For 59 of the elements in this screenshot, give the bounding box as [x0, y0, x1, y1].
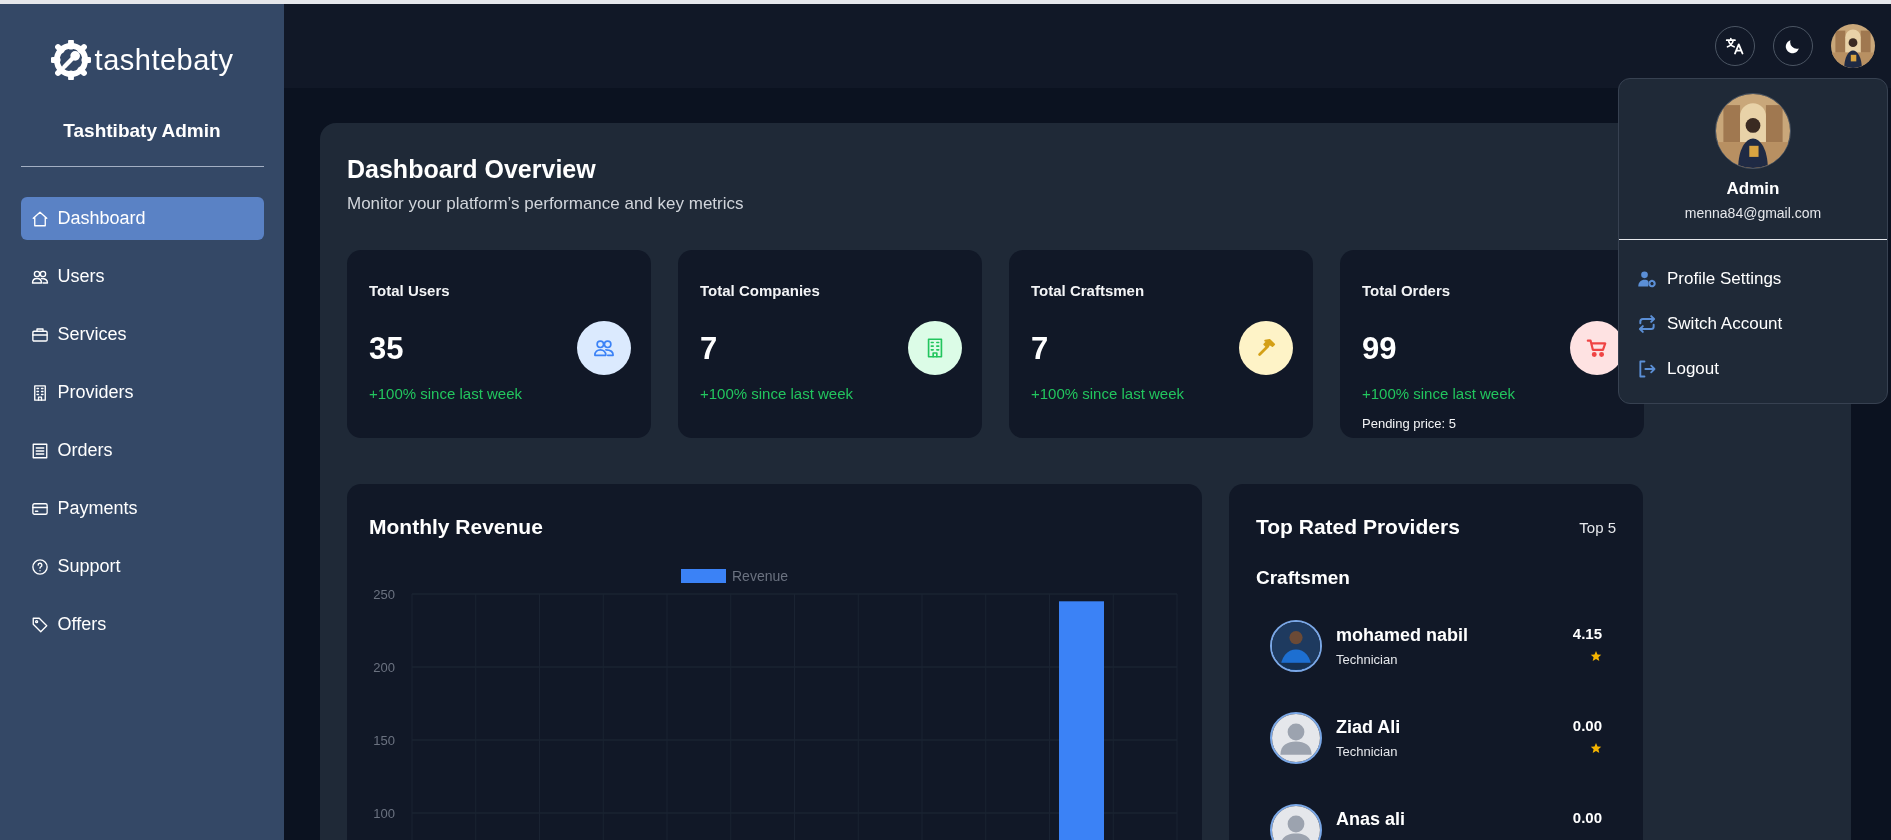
avatar-icon	[1272, 806, 1320, 840]
stat-change: +100% since last week	[1031, 385, 1185, 402]
stat-change: +100% since last week	[700, 385, 854, 402]
stat-label: Total Companies	[700, 282, 821, 299]
sidebar-item[interactable]: Orders	[20, 429, 264, 472]
sidebar-item[interactable]: Offers	[20, 603, 264, 646]
tag-icon	[30, 615, 49, 634]
top-count-label: Top 5	[1579, 518, 1616, 536]
user-name: Admin	[1726, 179, 1780, 199]
stat-value: 35	[369, 331, 405, 368]
rating-value: 4.15	[1572, 625, 1602, 642]
stat-label: Total Craftsmen	[1031, 282, 1146, 299]
receipt-icon	[30, 441, 49, 460]
axis-tick-label: 100	[373, 806, 395, 821]
axis-tick-label: 150	[373, 733, 395, 748]
axis-tick-label: 250	[373, 587, 395, 602]
sidebar-item[interactable]: Dashboard	[20, 197, 264, 240]
brand-name: tashtebaty	[94, 43, 234, 77]
sidebar-item[interactable]: Users	[20, 255, 264, 298]
menu-item[interactable]: Switch Account	[1637, 303, 1869, 344]
provider-name: Anas ali	[1336, 809, 1407, 830]
stat-value: 7	[1031, 331, 1050, 368]
axis-tick-label: 200	[373, 660, 395, 675]
chart-title: Monthly Revenue	[369, 515, 543, 539]
avatar-icon	[1272, 714, 1320, 762]
app-subtitle: Tashtibaty Admin	[63, 120, 221, 142]
section-heading: Craftsmen	[1256, 567, 1350, 589]
stat-change: +100% since last week	[369, 385, 523, 402]
switch-icon	[1637, 313, 1657, 334]
legend-label: Revenue	[732, 568, 789, 584]
page-title: Dashboard Overview	[347, 155, 597, 184]
rating-value: 0.00	[1572, 717, 1602, 734]
stat-value: 7	[700, 331, 719, 368]
provider-role: Technician	[1336, 652, 1399, 667]
stat-note: Pending price: 5	[1362, 416, 1457, 431]
page-subtitle: Monitor your platform’s performance and key metrics	[347, 194, 744, 214]
legend-swatch	[681, 569, 726, 583]
sidebar-item[interactable]: Providers	[20, 371, 264, 414]
translate-icon	[1725, 36, 1745, 56]
provider-name: mohamed nabil	[1336, 625, 1470, 646]
user-email: menna84@gmail.com	[1684, 205, 1822, 221]
home-icon	[30, 209, 49, 228]
gear-wrench-icon	[50, 40, 91, 80]
stat-label: Total Users	[369, 282, 451, 299]
sidebar-item[interactable]: Payments	[20, 487, 264, 530]
help-icon	[30, 557, 49, 576]
provider-name: Ziad Ali	[1336, 717, 1402, 738]
sidebar-item[interactable]: Services	[20, 313, 264, 356]
card-title: Top Rated Providers	[1256, 515, 1460, 539]
stat-value: 99	[1362, 331, 1398, 368]
sidebar-item[interactable]: Support	[20, 545, 264, 588]
briefcase-icon	[30, 325, 49, 344]
rating-value: 0.00	[1572, 809, 1602, 826]
logout-icon	[1637, 358, 1657, 379]
menu-item[interactable]: Profile Settings	[1637, 258, 1869, 299]
menu-item[interactable]: Logout	[1637, 348, 1869, 389]
provider-role: Technician	[1336, 744, 1399, 759]
stat-change: +100% since last week	[1362, 385, 1516, 402]
stat-label: Total Orders	[1362, 282, 1452, 299]
